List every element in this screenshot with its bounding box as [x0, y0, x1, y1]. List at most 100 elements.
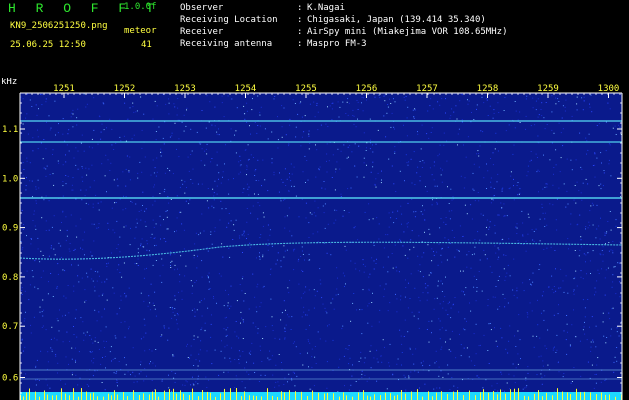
noise-dot: [342, 215, 344, 217]
noise-dot: [101, 163, 103, 165]
noise-dot: [300, 145, 302, 147]
noise-dot: [100, 363, 102, 365]
bottom-spike: [436, 392, 437, 400]
noise-dot: [393, 183, 395, 185]
noise-dot: [610, 249, 612, 251]
noise-dot: [166, 216, 168, 218]
noise-dot: [350, 187, 352, 189]
noise-dot: [473, 286, 475, 288]
noise-dot: [73, 290, 75, 292]
noise-dot: [105, 154, 107, 156]
noise-dot: [590, 350, 592, 352]
noise-dot: [49, 174, 51, 175]
noise-dot: [24, 290, 26, 292]
noise-dot: [587, 361, 589, 363]
noise-dot: [274, 337, 276, 339]
noise-dot: [585, 226, 587, 227]
noise-dot: [47, 361, 49, 363]
noise-dot: [280, 200, 282, 202]
noise-dot: [25, 311, 26, 313]
noise-dot: [57, 362, 59, 364]
noise-dot: [596, 157, 598, 159]
noise-dot: [440, 167, 442, 169]
noise-dot: [68, 129, 70, 131]
bottom-spike: [256, 396, 257, 400]
noise-dot: [350, 320, 352, 322]
noise-dot: [428, 137, 430, 139]
noise-dot: [459, 100, 461, 102]
noise-dot: [426, 329, 428, 330]
noise-dot: [32, 220, 34, 221]
noise-dot: [249, 125, 250, 127]
noise-dot: [514, 101, 516, 102]
noise-dot: [566, 315, 568, 316]
noise-dot: [538, 170, 540, 172]
noise-dot: [128, 326, 130, 328]
noise-dot: [185, 380, 187, 382]
noise-dot: [77, 108, 79, 110]
noise-dot: [141, 129, 143, 131]
noise-dot: [56, 318, 58, 320]
noise-dot: [277, 139, 279, 141]
noise-dot: [135, 203, 137, 205]
noise-dot: [115, 372, 117, 374]
noise-dot: [35, 379, 37, 381]
noise-dot: [167, 167, 169, 169]
noise-dot: [520, 358, 521, 360]
noise-dot: [242, 192, 244, 193]
noise-dot: [302, 254, 304, 255]
noise-dot: [473, 189, 475, 191]
noise-dot: [569, 244, 571, 246]
noise-dot: [122, 209, 124, 211]
noise-dot: [32, 276, 34, 278]
noise-dot: [419, 300, 421, 302]
noise-dot: [557, 313, 559, 315]
noise-dot: [177, 268, 178, 270]
noise-dot: [294, 385, 296, 387]
noise-dot: [582, 182, 584, 184]
noise-dot: [125, 364, 127, 366]
noise-dot: [81, 176, 83, 178]
noise-dot: [168, 102, 170, 104]
noise-dot: [80, 317, 82, 319]
noise-dot: [556, 198, 558, 200]
noise-dot: [234, 387, 236, 388]
noise-dot: [438, 366, 440, 368]
noise-dot: [184, 192, 186, 194]
noise-dot: [124, 373, 126, 375]
noise-dot: [235, 130, 237, 132]
noise-dot: [400, 295, 402, 297]
noise-dot: [396, 311, 398, 313]
noise-dot: [594, 164, 596, 166]
noise-dot: [277, 116, 278, 118]
noise-dot: [130, 200, 132, 202]
noise-dot: [111, 144, 113, 146]
noise-dot: [271, 131, 273, 133]
noise-dot: [383, 115, 385, 117]
noise-dot: [255, 306, 257, 308]
noise-dot: [289, 124, 291, 126]
noise-dot: [376, 358, 378, 360]
noise-dot: [389, 302, 391, 304]
noise-dot: [62, 181, 64, 182]
noise-dot: [257, 283, 259, 285]
noise-dot: [590, 341, 592, 343]
noise-dot: [320, 124, 322, 126]
noise-dot: [353, 123, 355, 125]
noise-dot: [468, 251, 470, 252]
noise-dot: [191, 292, 193, 294]
noise-dot: [155, 260, 157, 261]
noise-dot: [395, 293, 396, 295]
noise-dot: [423, 252, 425, 254]
noise-dot: [214, 227, 216, 229]
noise-dot: [558, 371, 560, 373]
noise-dot: [327, 325, 328, 327]
noise-dot: [588, 133, 590, 135]
noise-dot: [199, 349, 201, 351]
noise-dot: [298, 216, 300, 218]
noise-dot: [199, 301, 201, 303]
noise-dot: [394, 244, 396, 246]
noise-dot: [333, 222, 335, 224]
noise-dot: [347, 146, 349, 148]
noise-dot: [312, 233, 314, 235]
